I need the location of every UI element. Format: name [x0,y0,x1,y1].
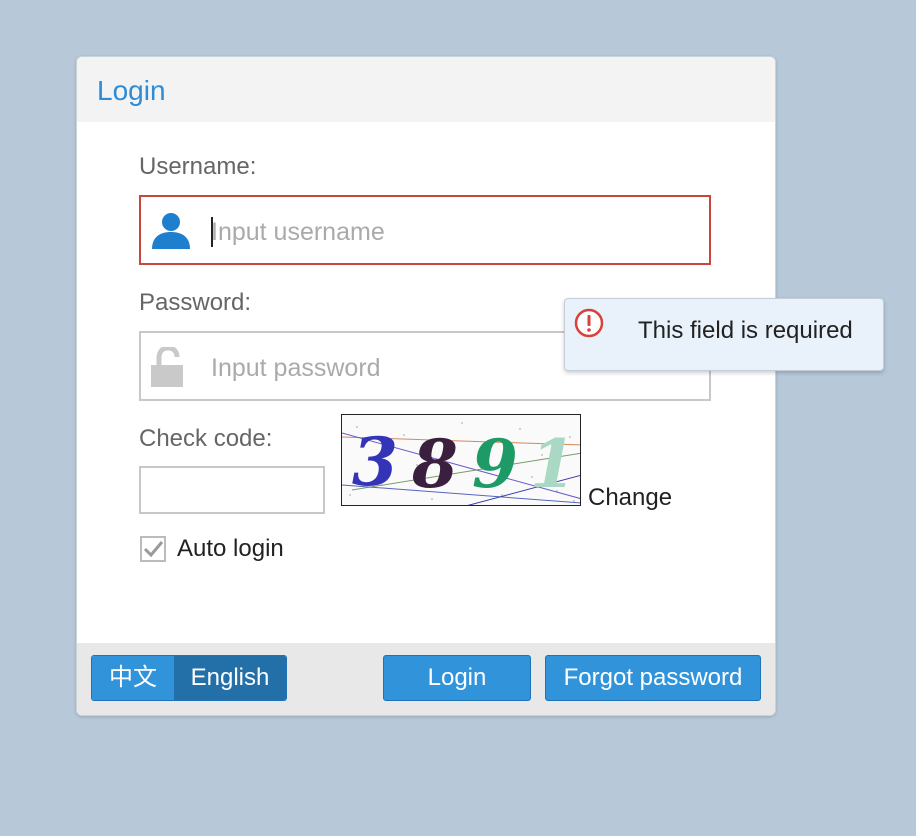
auto-login-label: Auto login [177,535,284,562]
captcha-image[interactable]: 3 8 9 1 [341,414,581,506]
lang-en-button[interactable]: English [174,656,286,700]
captcha-char-2: 8 [411,425,458,503]
dialog-title: Login [97,75,166,106]
dialog-footer: 中文 English Login Forgot password [77,643,775,715]
login-button[interactable]: Login [383,655,531,701]
password-placeholder: Input password [211,354,381,382]
password-label: Password: [139,289,252,316]
checkcode-label: Check code: [139,425,273,452]
username-label: Username: [139,153,257,180]
checkcode-input[interactable] [139,466,325,514]
validation-tooltip: This field is required [564,298,884,371]
captcha-char-3: 9 [472,425,518,503]
check-icon [143,541,164,558]
username-field[interactable]: Input username [139,195,711,265]
unlock-icon [151,347,183,387]
auto-login-checkbox[interactable] [140,536,166,562]
captcha-char-4: 1 [530,425,576,503]
captcha-char-1: 3 [352,423,398,501]
change-captcha-link[interactable]: Change [588,484,672,512]
login-dialog: Login Username: Input username Password:… [76,56,776,716]
forgot-password-button[interactable]: Forgot password [545,655,761,701]
language-switcher: 中文 English [91,655,287,701]
lang-zh-button[interactable]: 中文 [92,656,174,700]
exclamation-icon [574,308,604,338]
dialog-header: Login [77,57,775,122]
captcha-graphic: 3 8 9 1 [342,422,580,505]
username-placeholder: Input username [211,218,385,246]
user-icon [152,213,190,249]
tooltip-message: This field is required [638,317,853,344]
